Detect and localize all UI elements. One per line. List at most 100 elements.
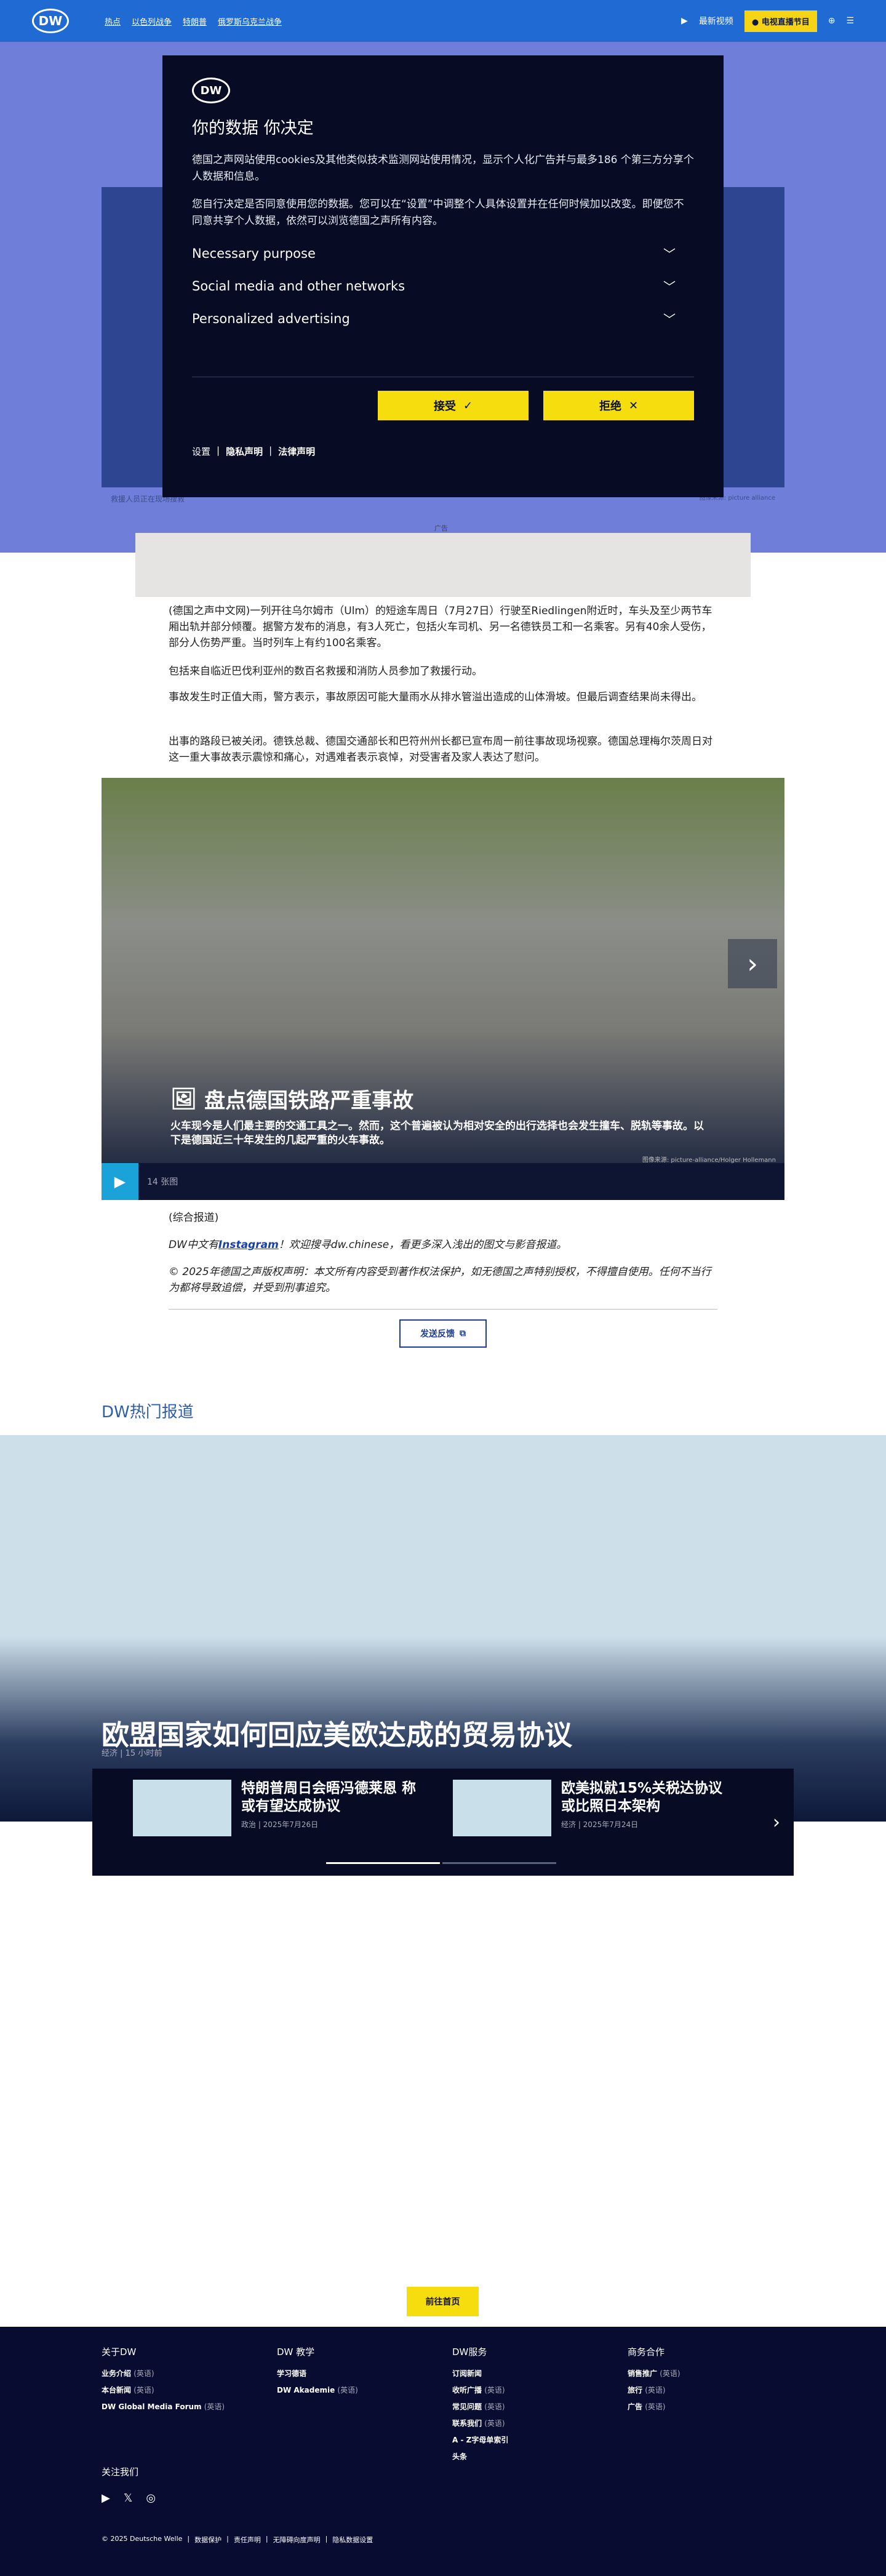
footer-link[interactable]: 收听广播 (英语) [452,2385,508,2395]
latest-videos-link[interactable]: 最新视频 [699,15,733,27]
source-note: (综合报道) [169,1212,219,1224]
link-text: 常见问题 [452,2402,482,2411]
footer-heading: DW服务 [452,2346,487,2358]
x-icon[interactable]: 𝕏 [124,2492,133,2505]
indicator-dot[interactable] [326,1862,440,1864]
ad-slot[interactable] [135,533,751,597]
next-arrow-icon[interactable]: › [728,939,777,988]
footer-link[interactable]: 旅行 (英语) [628,2385,680,2395]
external-icon: ⧉ [460,1329,466,1338]
footer-heading: DW 教学 [277,2346,315,2358]
card-meta: 政治 | 2025年7月26日 [241,1820,319,1829]
ad-label: 广告 [434,524,448,532]
chevron-right-icon[interactable]: › [773,1812,780,1833]
trending-card[interactable]: 特朗普周日会晤冯德莱恩 称或有望达成协议 政治 | 2025年7月26日 [133,1780,428,1836]
nav-item[interactable]: 俄罗斯乌克兰战争 [218,15,282,27]
footer-column: 关于DW 业务介绍 (英语) 本台新闻 (英语) DW Global Media… [102,2345,225,2418]
lang-note: (英语) [337,2386,358,2394]
lang-note: (英语) [484,2419,505,2428]
section-label: Necessary purpose [192,246,316,261]
footer-legal-link[interactable]: 数据保护 [194,2535,222,2545]
consent-buttons: 接受 ✓ 拒绝 ✕ [192,391,694,420]
footer-link[interactable]: 销售推广 (英语) [628,2368,680,2378]
consent-dialog: DW 你的数据 你决定 德国之声网站使用cookies及其他类似技术监测网站使用… [162,55,724,497]
lang-note: (英语) [484,2402,505,2411]
play-icon[interactable]: ▶ [681,16,688,26]
footer-link[interactable]: 联系我们 (英语) [452,2418,508,2428]
trending-headline[interactable]: 欧盟国家如何回应美欧达成的贸易协议 [102,1713,572,1753]
footer-link[interactable]: DW Global Media Forum (英语) [102,2401,225,2412]
menu-icon[interactable]: ☰ [846,16,854,26]
instagram-icon[interactable]: ◎ [146,2492,156,2505]
check-icon: ✓ [463,399,473,412]
nav-item[interactable]: 特朗普 [183,15,207,27]
footer-column: DW服务 订阅新闻 收听广播 (英语) 常见问题 (英语) 联系我们 (英语) … [452,2345,508,2468]
trending-title: DW热门报道 [102,1403,194,1422]
footer-link[interactable]: 本台新闻 (英语) [102,2385,225,2395]
globe-icon[interactable]: ⊕ [828,16,836,26]
reject-button[interactable]: 拒绝 ✕ [543,391,694,420]
tv-live-button[interactable]: ● 电视直播节目 [744,10,817,32]
link-text: DW Akademie [277,2386,335,2394]
footer-link[interactable]: 头条 [452,2451,508,2462]
footer-legal-link[interactable]: 无障碍向度声明 [273,2535,321,2545]
site-footer: 关于DW 业务介绍 (英语) 本台新闻 (英语) DW Global Media… [0,2327,886,2576]
legal-link[interactable]: 法律声明 [278,445,315,458]
instagram-link[interactable]: Instagram [218,1239,279,1251]
gallery-bar [102,1163,784,1200]
lang-note: (英语) [645,2402,666,2411]
site-header: DW 热点 以色列战争 特朗普 俄罗斯乌克兰战争 ▶ 最新视频 ● 电视直播节目… [0,0,886,42]
footer-link[interactable]: 订阅新闻 [452,2368,508,2378]
footer-link[interactable]: 学习德语 [277,2368,358,2378]
link-text: 销售推广 [628,2369,658,2378]
consent-links: 设置 | 隐私声明 | 法律声明 [192,445,694,458]
accept-button[interactable]: 接受 ✓ [378,391,529,420]
copyright-text: © 2025 Deutsche Welle [102,2535,183,2543]
footer-legal-link[interactable]: 责任声明 [234,2535,261,2545]
article-paragraph: 包括来自临近巴伐利亚州的数百名救援和消防人员参加了救援行动。 [169,665,482,678]
tv-live-label: 电视直播节目 [761,17,810,27]
chevron-down-icon: ﹀ [663,279,676,294]
nav-item[interactable]: 以色列战争 [132,15,172,27]
consent-section-necessary[interactable]: Necessary purpose ﹀ [192,244,694,262]
youtube-icon[interactable]: ▶ [102,2492,110,2505]
gallery-icon: 🖼 [170,1086,198,1111]
lang-note: (英语) [660,2369,680,2378]
privacy-link[interactable]: 隐私声明 [226,445,263,458]
footer-legal-link[interactable]: 隐私数据设置 [332,2535,373,2545]
lang-note: (英语) [484,2386,505,2394]
photo-gallery[interactable]: › 🖼 盘点德国铁路严重事故 火车现今是人们最主要的交通工具之一。然而，这个普遍被… [102,778,784,1200]
footer-link[interactable]: 常见问题 (英语) [452,2401,508,2412]
footer-heading: 商务合作 [628,2346,665,2358]
gallery-description: 火车现今是人们最主要的交通工具之一。然而，这个普遍被认为相对安全的出行选择也会发… [170,1120,704,1146]
link-text: 头条 [452,2452,468,2461]
trending-hero-image[interactable] [0,1435,886,1822]
footer-link[interactable]: 广告 (英语) [628,2401,680,2412]
article-paragraph: (德国之声中文网)一列开往乌尔姆市（Ulm）的短途车周日（7月27日）行驶至Ri… [169,605,712,649]
settings-link[interactable]: 设置 [192,445,210,458]
indicator-dot[interactable] [442,1862,556,1864]
consent-section-social[interactable]: Social media and other networks ﹀ [192,277,694,295]
consent-title: 你的数据 你决定 [192,119,314,138]
consent-text: 德国之声网站使用cookies及其他类似技术监测网站使用情况，显示个人化广告并与… [192,154,694,183]
top-nav: 热点 以色列战争 特朗普 俄罗斯乌克兰战争 [105,15,282,27]
link-text: 本台新闻 [102,2386,132,2394]
trending-meta: 经济 | 15 小时前 [102,1749,162,1758]
feedback-label: 发送反馈 [420,1329,455,1339]
article-paragraph: 事故发生时正值大雨，警方表示，事故原因可能大量雨水从排水管溢出造成的山体滑坡。但… [169,691,702,703]
nav-item[interactable]: 热点 [105,15,121,27]
card-meta: 经济 | 2025年7月24日 [561,1820,639,1829]
dw-logo[interactable]: DW [32,9,69,33]
link-text: DW Global Media Forum [102,2402,202,2411]
play-icon[interactable]: ▶ [102,1163,138,1200]
trending-card[interactable]: 欧美拟就15%关税达协议 或比照日本架构 经济 | 2025年7月24日 [453,1780,748,1836]
footer-link[interactable]: DW Akademie (英语) [277,2385,358,2395]
footer-column: 商务合作 销售推广 (英语) 旅行 (英语) 广告 (英语) [628,2345,680,2418]
footer-link[interactable]: A - Z字母单索引 [452,2434,508,2445]
separator: | [217,445,220,456]
home-button[interactable]: 前往首页 [407,2287,479,2316]
consent-section-advertising[interactable]: Personalized advertising ﹀ [192,310,694,327]
footer-link[interactable]: 业务介绍 (英语) [102,2368,225,2378]
feedback-button[interactable]: 发送反馈 ⧉ [399,1319,487,1348]
trending-cards: 特朗普周日会晤冯德莱恩 称或有望达成协议 政治 | 2025年7月26日 欧美拟就… [92,1769,794,1876]
